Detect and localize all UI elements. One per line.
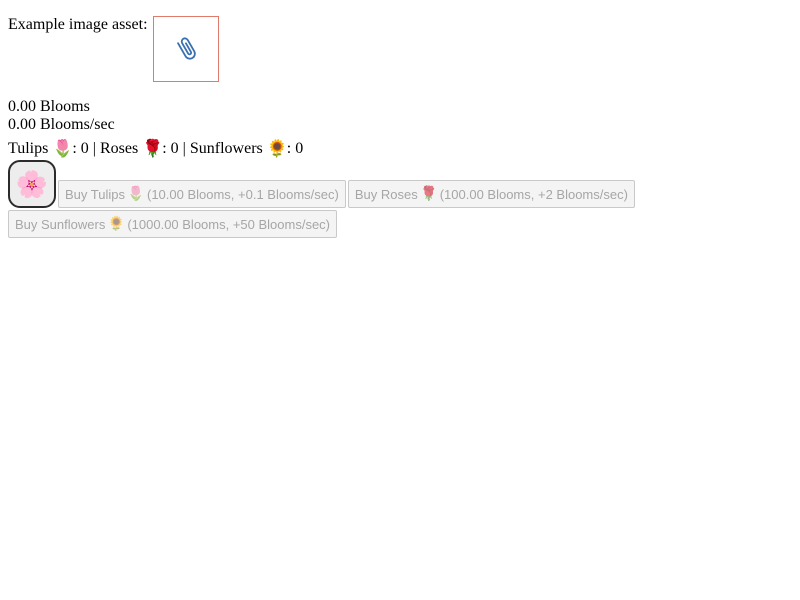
tulip-icon: 🌷 [52,139,74,159]
count-separator: | [178,140,190,157]
roses-count-label: Roses [99,140,139,157]
buy-tulips-button[interactable]: Buy Tulips 🌷 (10.00 Blooms, +0.1 Blooms/… [58,180,346,208]
collect-flower-button[interactable]: 🌸 [8,160,56,208]
buy-roses-cost: (100.00 Blooms, +2 Blooms/sec) [439,186,628,202]
sunflower-icon: 🌻 [266,139,288,159]
roses-count-value: : 0 [162,140,179,157]
buy-sunflowers-label: Buy Sunflowers [15,216,106,232]
controls-row-1: 🌸 Buy Tulips 🌷 (10.00 Blooms, +0.1 Bloom… [8,160,792,208]
tulip-icon: 🌷 [127,186,145,202]
example-asset-row: Example image asset: [8,16,219,82]
buy-roses-label: Buy Roses [354,186,418,202]
asset-image-box [152,16,219,82]
asset-label: Example image asset: [8,16,148,33]
sunflowers-count-value: : 0 [286,140,304,157]
buy-roses-button[interactable]: Buy Roses 🌹 (100.00 Blooms, +2 Blooms/se… [347,180,635,208]
rose-icon: 🌹 [419,186,438,202]
blooms-total: 0.00 Blooms [8,98,90,115]
buy-tulips-cost: (10.00 Blooms, +0.1 Blooms/sec) [146,186,339,202]
tulips-count-value: : 0 [72,140,89,157]
flower-counts: Tulips 🌷: 0 | Roses 🌹: 0 | Sunflowers 🌻:… [8,137,303,161]
rose-icon: 🌹 [142,139,164,159]
cherry-blossom-icon: 🌸 [15,168,49,199]
buy-tulips-label: Buy Tulips [65,186,125,202]
sunflower-icon: 🌻 [107,216,126,232]
count-separator: | [88,140,100,157]
buy-sunflowers-button[interactable]: Buy Sunflowers 🌻 (1000.00 Blooms, +50 Bl… [8,210,338,238]
blooms-rate: 0.00 Blooms/sec [8,116,115,133]
buy-sunflowers-cost: (1000.00 Blooms, +50 Blooms/sec) [127,216,331,232]
controls-row-2: Buy Sunflowers 🌻 (1000.00 Blooms, +50 Bl… [8,210,792,238]
sunflowers-count-label: Sunflowers [189,140,263,157]
stats-panel: 0.00 Blooms 0.00 Blooms/sec [8,98,115,134]
controls: 🌸 Buy Tulips 🌷 (10.00 Blooms, +0.1 Bloom… [8,160,792,238]
tulips-count-label: Tulips [8,140,49,157]
paperclip-icon [176,37,196,60]
